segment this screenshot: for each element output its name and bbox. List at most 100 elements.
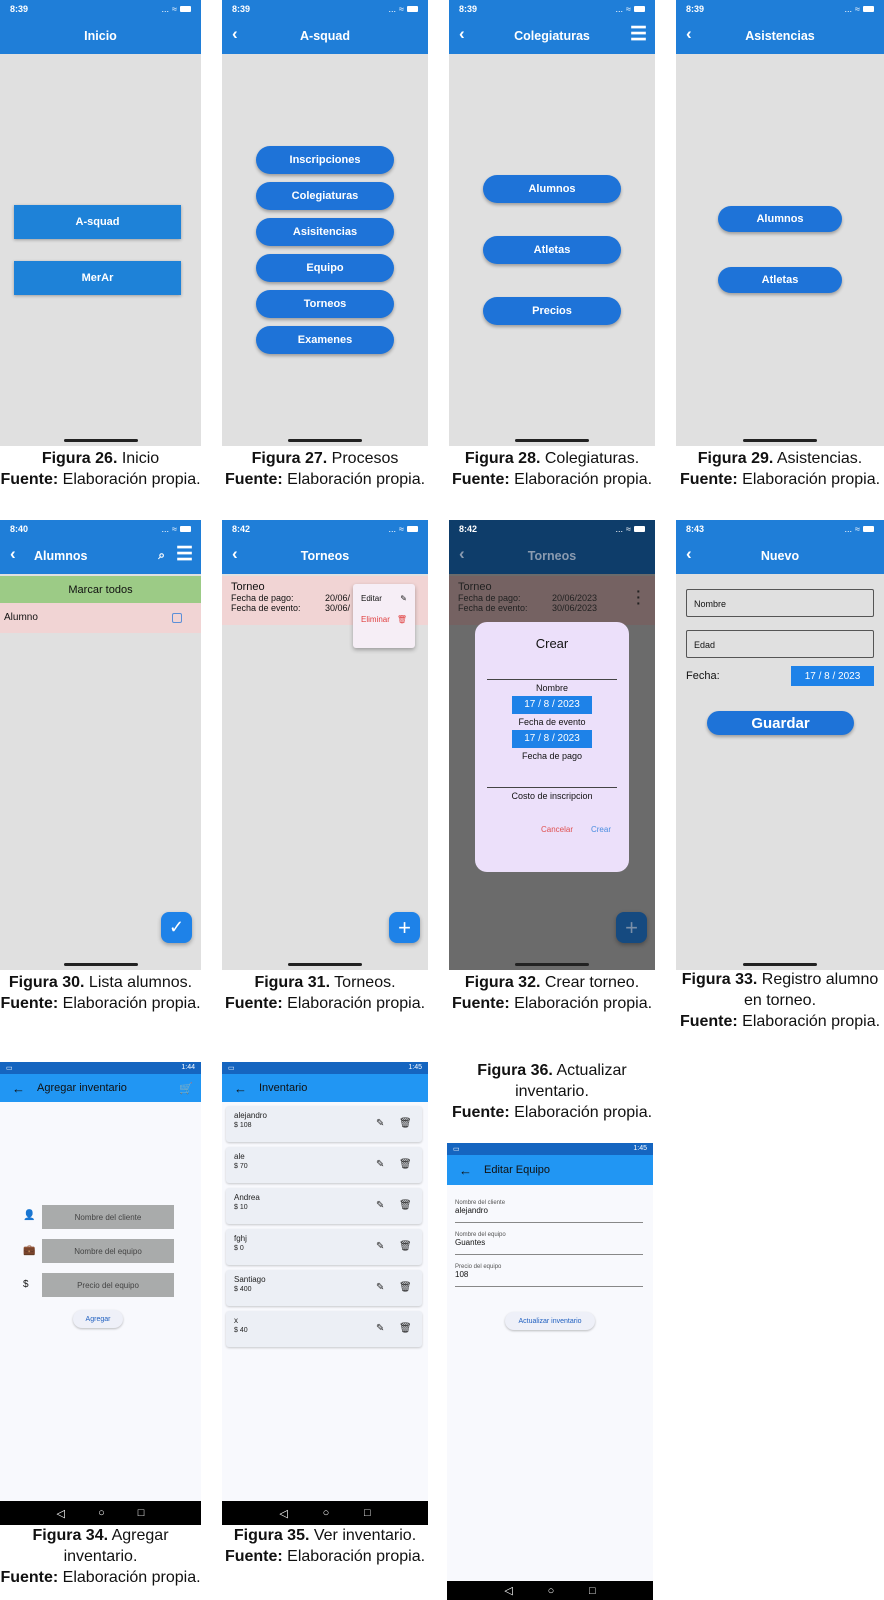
- delete-icon[interactable]: 🗑: [399, 1241, 412, 1252]
- cancel-button[interactable]: Cancelar: [541, 825, 573, 834]
- add-fab[interactable]: +: [616, 912, 647, 943]
- pencil-icon: ✎: [400, 594, 407, 603]
- edit-icon[interactable]: ✎: [376, 1323, 384, 1334]
- alumnos-button[interactable]: Alumnos: [483, 175, 621, 203]
- age-field[interactable]: Edad: [686, 630, 874, 658]
- home-indicator[interactable]: [743, 963, 817, 966]
- list-item[interactable]: Santiago $ 400 ✎ 🗑: [226, 1270, 422, 1306]
- name-field[interactable]: Nombre: [686, 589, 874, 617]
- caption-36: Figura 36. Actualizar inventario. Fuente:…: [451, 1062, 653, 1121]
- cost-input[interactable]: [487, 787, 617, 788]
- edit-icon[interactable]: ✎: [376, 1200, 384, 1211]
- battery-icon: [407, 525, 418, 532]
- home-nav-icon[interactable]: ○: [548, 1585, 555, 1597]
- home-indicator[interactable]: [63, 439, 138, 442]
- atletas-button[interactable]: Atletas: [483, 236, 621, 264]
- event-date-button[interactable]: 17 / 8 / 2023: [512, 696, 592, 714]
- alumnos-button[interactable]: Alumnos: [718, 206, 842, 232]
- asquad-button[interactable]: A-squad: [14, 205, 181, 239]
- torneos-button[interactable]: Torneos: [256, 290, 394, 318]
- home-indicator[interactable]: [63, 963, 138, 966]
- cart-icon[interactable]: 🛒: [179, 1082, 193, 1095]
- notification-icon: ▭: [6, 1065, 13, 1072]
- date-button[interactable]: 17 / 8 / 2023: [791, 666, 874, 686]
- list-item[interactable]: Alumno: [0, 603, 201, 633]
- delete-icon[interactable]: 🗑: [399, 1159, 412, 1170]
- confirm-fab[interactable]: ✓: [161, 912, 192, 943]
- status-bar: 8:39... ≈: [222, 0, 428, 17]
- home-indicator[interactable]: [515, 439, 589, 442]
- edit-icon[interactable]: ✎: [376, 1159, 384, 1170]
- update-inventory-button[interactable]: Actualizar inventario: [505, 1312, 595, 1330]
- edit-icon[interactable]: ✎: [376, 1241, 384, 1252]
- tournament-card[interactable]: Torneo Fecha de pago: 20/06/2023 Fecha de…: [449, 576, 655, 625]
- precios-button[interactable]: Precios: [483, 297, 621, 325]
- back-arrow-icon[interactable]: ‹: [10, 544, 16, 564]
- delete-menu-item[interactable]: Eliminar 🗑: [353, 603, 415, 624]
- delete-icon[interactable]: 🗑: [399, 1323, 412, 1334]
- pay-date-button[interactable]: 17 / 8 / 2023: [512, 730, 592, 748]
- delete-icon[interactable]: 🗑: [399, 1200, 412, 1211]
- list-item[interactable]: ale $ 70 ✎ 🗑: [226, 1147, 422, 1183]
- recents-nav-icon[interactable]: □: [364, 1507, 371, 1519]
- back-arrow-icon[interactable]: ←: [459, 1163, 472, 1178]
- add-fab[interactable]: +: [389, 912, 420, 943]
- back-arrow-icon[interactable]: ‹: [686, 544, 692, 564]
- list-item[interactable]: x $ 40 ✎ 🗑: [226, 1311, 422, 1347]
- save-button[interactable]: Guardar: [707, 711, 854, 735]
- back-nav-icon[interactable]: ◁: [279, 1507, 287, 1520]
- delete-icon[interactable]: 🗑: [399, 1118, 412, 1129]
- name-input[interactable]: [487, 679, 617, 680]
- checkbox[interactable]: [172, 613, 182, 623]
- home-nav-icon[interactable]: ○: [323, 1507, 330, 1519]
- app-bar: ‹ Colegiaturas ☰: [449, 17, 655, 54]
- colegiaturas-button[interactable]: Colegiaturas: [256, 182, 394, 210]
- merar-button[interactable]: MerAr: [14, 261, 181, 295]
- delete-icon[interactable]: 🗑: [399, 1282, 412, 1293]
- equipment-price-field[interactable]: Precio del equipo: [42, 1273, 174, 1297]
- screen-inicio: 8:39... ≈ Inicio A-squad MerAr: [0, 0, 201, 446]
- equipo-button[interactable]: Equipo: [256, 254, 394, 282]
- page-title: Asistencias: [745, 28, 815, 43]
- home-indicator[interactable]: [743, 439, 817, 442]
- more-vert-icon[interactable]: · · ·: [636, 584, 641, 610]
- back-nav-icon[interactable]: ◁: [504, 1584, 512, 1597]
- client-name-field[interactable]: Nombre del cliente: [42, 1205, 174, 1229]
- edit-icon[interactable]: ✎: [376, 1118, 384, 1129]
- app-bar: ← Editar Equipo: [447, 1155, 653, 1185]
- menu-icon[interactable]: ☰: [630, 25, 647, 44]
- equipment-price-field[interactable]: Precio del equipo 108: [455, 1264, 643, 1287]
- add-button[interactable]: Agregar: [73, 1310, 123, 1328]
- back-arrow-icon[interactable]: ‹: [232, 24, 238, 44]
- equipment-name-field[interactable]: Nombre del equipo: [42, 1239, 174, 1263]
- atletas-button[interactable]: Atletas: [718, 267, 842, 293]
- asistencias-button[interactable]: Asisitencias: [256, 218, 394, 246]
- client-name-field[interactable]: Nombre del cliente alejandro: [455, 1200, 643, 1223]
- home-indicator[interactable]: [288, 963, 362, 966]
- equipment-name-field[interactable]: Nombre del equipo Guantes: [455, 1232, 643, 1255]
- list-item[interactable]: alejandro $ 108 ✎ 🗑: [226, 1106, 422, 1142]
- menu-icon[interactable]: ☰: [176, 545, 193, 564]
- recents-nav-icon[interactable]: □: [138, 1507, 145, 1519]
- home-indicator[interactable]: [515, 963, 589, 966]
- back-arrow-icon[interactable]: ‹: [459, 24, 465, 44]
- edit-icon[interactable]: ✎: [376, 1282, 384, 1293]
- home-nav-icon[interactable]: ○: [98, 1507, 105, 1519]
- recents-nav-icon[interactable]: □: [589, 1585, 596, 1597]
- edit-menu-item[interactable]: Editar ✎: [353, 584, 415, 603]
- back-arrow-icon[interactable]: ‹: [459, 544, 465, 564]
- list-item[interactable]: Andrea $ 10 ✎ 🗑: [226, 1188, 422, 1224]
- screen-torneos: 8:42... ≈ ‹ Torneos Torneo Fecha de pago: 2…: [222, 520, 428, 970]
- back-arrow-icon[interactable]: ‹: [686, 24, 692, 44]
- back-arrow-icon[interactable]: ‹: [232, 544, 238, 564]
- back-nav-icon[interactable]: ◁: [57, 1507, 65, 1520]
- back-arrow-icon[interactable]: ←: [12, 1081, 25, 1096]
- mark-all-button[interactable]: Marcar todos: [0, 576, 201, 603]
- examenes-button[interactable]: Examenes: [256, 326, 394, 354]
- inscripciones-button[interactable]: Inscripciones: [256, 146, 394, 174]
- create-button[interactable]: Crear: [591, 825, 611, 834]
- search-icon[interactable]: ⌕: [158, 548, 165, 563]
- back-arrow-icon[interactable]: ←: [234, 1081, 247, 1096]
- home-indicator[interactable]: [288, 439, 362, 442]
- list-item[interactable]: fghj $ 0 ✎ 🗑: [226, 1229, 422, 1265]
